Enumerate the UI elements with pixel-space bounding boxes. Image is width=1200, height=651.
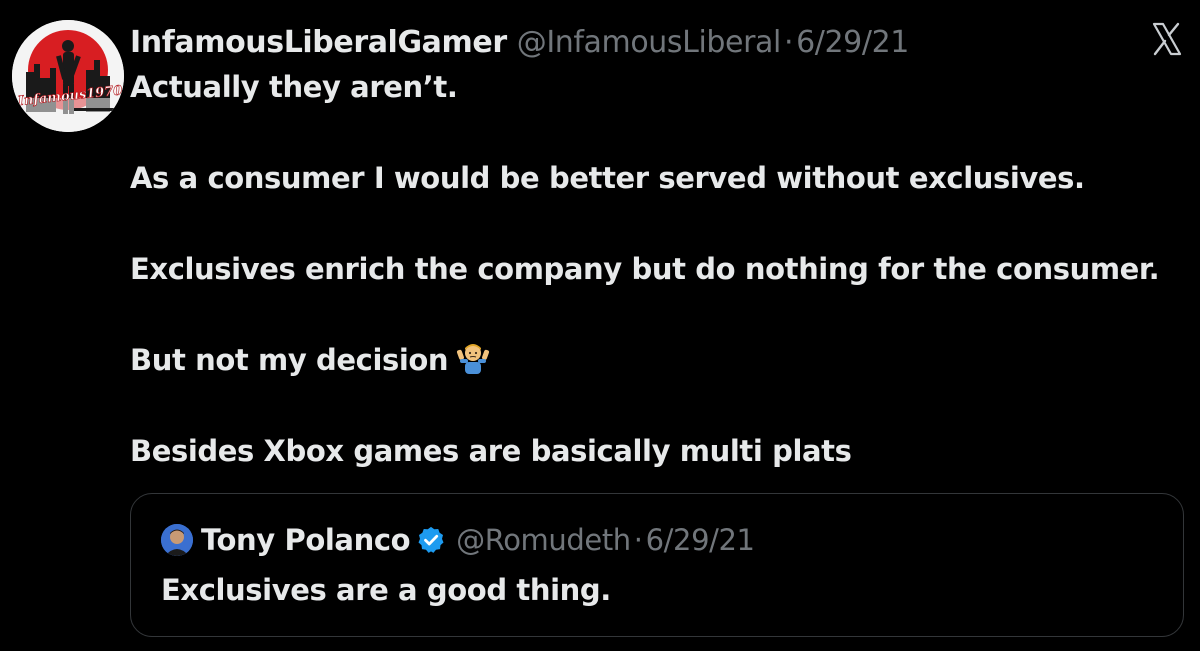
verified-badge-icon bbox=[416, 525, 446, 555]
quoted-author-avatar[interactable] bbox=[161, 524, 193, 556]
tweet-paragraph: As a consumer I would be better served w… bbox=[130, 161, 1085, 195]
separator-dot: · bbox=[783, 24, 794, 60]
tweet-paragraph: Exclusives enrich the company but do not… bbox=[130, 252, 1160, 286]
author-avatar[interactable]: Infamous1970 bbox=[12, 20, 124, 132]
quoted-author-display-name[interactable]: Tony Polanco bbox=[201, 523, 411, 557]
tweet-paragraph-with-emoji: But not my decision bbox=[130, 337, 1170, 383]
tweet-paragraph: Actually they aren’t. bbox=[130, 70, 458, 104]
tweet-header: InfamousLiberalGamer @InfamousLiberal · … bbox=[130, 22, 909, 62]
tweet-body: Actually they aren’t. As a consumer I wo… bbox=[130, 64, 1170, 474]
quoted-tweet-text: Exclusives are a good thing. bbox=[161, 573, 611, 607]
author-display-name[interactable]: InfamousLiberalGamer bbox=[130, 25, 507, 60]
quoted-tweet-date[interactable]: 6/29/21 bbox=[646, 523, 755, 557]
tweet-paragraph: Besides Xbox games are basically multi p… bbox=[130, 434, 852, 468]
x-icon[interactable] bbox=[1152, 22, 1182, 56]
quoted-tweet-header: Tony Polanco @Romudeth · 6/29/21 bbox=[161, 520, 755, 560]
quoted-author-handle[interactable]: @Romudeth bbox=[456, 523, 631, 557]
tweet-paragraph-text: But not my decision bbox=[130, 343, 449, 377]
author-handle[interactable]: @InfamousLiberal bbox=[517, 25, 782, 60]
shrug-emoji bbox=[456, 340, 490, 374]
tweet: Infamous1970 InfamousLiberalGamer @Infam… bbox=[0, 0, 1200, 651]
separator-dot: · bbox=[633, 523, 643, 557]
quoted-tweet[interactable]: Tony Polanco @Romudeth · 6/29/21 Exclusi… bbox=[130, 493, 1184, 637]
avatar-image: Infamous1970 bbox=[12, 20, 124, 132]
tweet-date[interactable]: 6/29/21 bbox=[796, 25, 909, 60]
